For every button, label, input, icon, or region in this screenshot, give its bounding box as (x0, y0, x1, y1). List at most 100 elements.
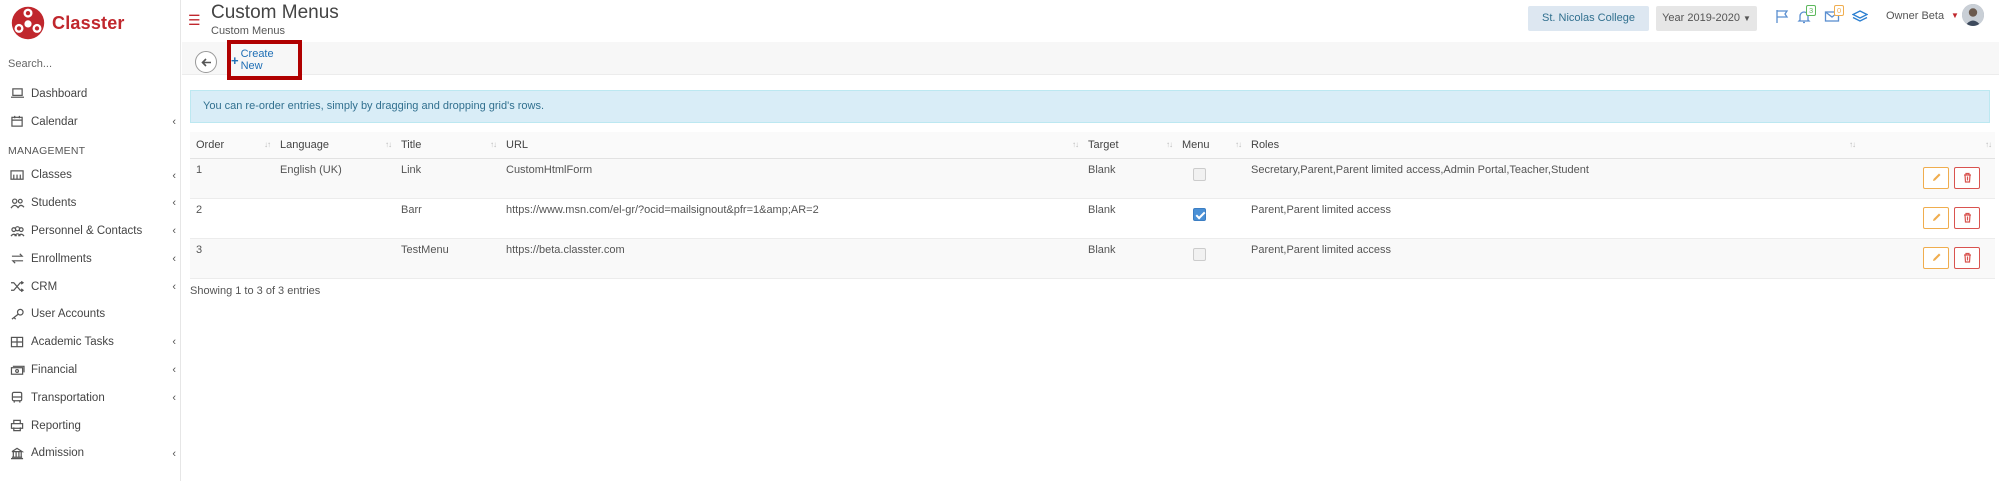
sidebar-item-user-accounts[interactable]: User Accounts (0, 301, 180, 329)
flag-icon[interactable] (1774, 9, 1792, 25)
column-header-label: Target (1088, 138, 1119, 151)
sidebar-item-personnel-contacts[interactable]: Personnel & Contacts ‹ (0, 217, 180, 245)
sort-icon: ↑↓ (385, 140, 392, 149)
column-header[interactable]: Title ↑↓ (395, 132, 500, 159)
delete-button[interactable] (1954, 246, 1980, 269)
bell-icon[interactable]: 3 (1796, 5, 1817, 25)
cell-actions (1859, 238, 1995, 279)
edit-button[interactable] (1923, 166, 1949, 189)
table-row[interactable]: 1 English (UK) Link CustomHtmlForm Blank Secr… (190, 158, 1995, 199)
sidebar-item-classes[interactable]: Classes ‹ (0, 162, 180, 190)
sidebar-item-reporting[interactable]: Reporting (0, 412, 180, 440)
table-row[interactable]: 2 Barr https://www.msn.com/el-gr/?ocid=mai… (190, 198, 1995, 239)
sidebar-item-transportation[interactable]: Transportation ‹ (0, 384, 180, 412)
trash-icon (1963, 212, 1971, 223)
column-header[interactable]: Target ↑↓ (1082, 132, 1176, 159)
sidebar-item-admission[interactable]: Admission ‹ (0, 440, 180, 468)
cell-roles: Parent,Parent limited access (1245, 238, 1859, 279)
table-header-row: Order ↓↑ Language ↑↓ Title ↑↓ URL ↑↓ Target ↑↓ Men… (190, 132, 1995, 159)
delete-button[interactable] (1954, 206, 1980, 229)
sort-icon: ↑↓ (1072, 140, 1079, 149)
cell-roles: Parent,Parent limited access (1245, 198, 1859, 239)
column-header[interactable]: Roles ↑↓ (1245, 132, 1859, 159)
sidebar-item-academic-tasks[interactable]: Academic Tasks ‹ (0, 328, 180, 356)
sidebar-item-dashboard[interactable]: Dashboard (0, 80, 180, 108)
back-button[interactable] (195, 51, 217, 73)
table-body: 1 English (UK) Link CustomHtmlForm Blank Secr… (190, 158, 1995, 279)
chevron-left-icon: ‹ (172, 391, 176, 404)
cell-order: 1 (190, 158, 274, 199)
logo[interactable]: Classter (0, 0, 180, 46)
table-icon (9, 335, 25, 349)
column-header[interactable]: Menu ↑↓ (1176, 132, 1245, 159)
sidebar-item-label: Students (31, 197, 77, 210)
cell-language: English (UK) (274, 158, 395, 199)
user-caret-down-icon[interactable]: ▼ (1951, 11, 1959, 20)
caret-down-icon: ▼ (1743, 14, 1751, 23)
pencil-icon (1932, 213, 1940, 221)
year-label: Year 2019-2020 (1662, 12, 1740, 24)
chevron-left-icon: ‹ (172, 252, 176, 265)
cell-title: Link (395, 158, 500, 199)
messages-badge: 0 (1834, 5, 1845, 16)
cell-actions (1859, 198, 1995, 239)
sidebar-item-enrollments[interactable]: Enrollments ‹ (0, 245, 180, 273)
cell-actions (1859, 158, 1995, 199)
plus-icon: + (231, 52, 239, 68)
sort-icon: ↑↓ (1849, 140, 1856, 149)
cell-url: https://beta.classter.com (500, 238, 1082, 279)
sidebar-item-financial[interactable]: Financial ‹ (0, 356, 180, 384)
cell-title: TestMenu (395, 238, 500, 279)
year-selector-button[interactable]: Year 2019-2020 ▼ (1656, 6, 1757, 31)
sidebar-item-calendar[interactable]: Calendar ‹ (0, 108, 180, 136)
page-title: Custom Menus (211, 2, 339, 23)
sort-icon: ↑↓ (1166, 140, 1173, 149)
user-name[interactable]: Owner Beta (1886, 10, 1944, 22)
hamburger-menu-icon[interactable]: ☰ (188, 13, 201, 27)
sidebar-search-input[interactable] (8, 58, 168, 70)
table-row[interactable]: 3 TestMenu https://beta.classter.com Blank P… (190, 238, 1995, 279)
create-new-label: Create New (240, 48, 274, 72)
building-icon (9, 446, 25, 460)
column-header[interactable]: Language ↑↓ (274, 132, 395, 159)
create-new-button[interactable]: + Create New (227, 40, 302, 80)
sidebar-item-label: Enrollments (31, 252, 92, 265)
sort-icon: ↑↓ (490, 140, 497, 149)
classes-icon (9, 168, 25, 182)
column-header[interactable]: ↑↓ (1859, 132, 1995, 159)
cell-language (274, 238, 395, 279)
edit-button[interactable] (1923, 206, 1949, 229)
user-avatar-icon (1962, 4, 1984, 26)
delete-button[interactable] (1954, 166, 1980, 189)
exchange-icon (9, 252, 25, 266)
column-header[interactable]: Order ↓↑ (190, 132, 274, 159)
column-header[interactable]: URL ↑↓ (500, 132, 1082, 159)
sidebar-item-crm[interactable]: CRM ‹ (0, 273, 180, 301)
sidebar-item-students[interactable]: Students ‹ (0, 189, 180, 217)
classter-logo-icon (11, 6, 45, 40)
sidebar-item-label: Reporting (31, 419, 81, 432)
laptop-icon (9, 87, 25, 101)
envelope-icon[interactable]: 0 (1824, 5, 1845, 25)
sidebar-nav-main: Classes ‹ Students ‹ Personnel & Contacts ‹ En… (0, 162, 180, 468)
cell-menu (1176, 158, 1245, 199)
calendar-icon (9, 115, 25, 129)
section-label-management: MANAGEMENT (8, 144, 86, 157)
trash-icon (1963, 172, 1971, 183)
layers-icon[interactable] (1851, 9, 1870, 25)
chevron-left-icon: ‹ (172, 336, 176, 349)
main-content: + Create New You can re-order entries, s… (182, 40, 1999, 481)
sort-icon: ↑↓ (1235, 140, 1242, 149)
cell-target: Blank (1082, 238, 1176, 279)
arrow-left-icon (200, 57, 211, 67)
column-header-label: Order (196, 138, 225, 151)
college-selector-button[interactable]: St. Nicolas College (1528, 6, 1649, 31)
sidebar-item-label: Financial (31, 364, 78, 377)
cell-title: Barr (395, 198, 500, 239)
column-header-label: Roles (1251, 138, 1280, 151)
cell-url: CustomHtmlForm (500, 158, 1082, 199)
avatar[interactable] (1962, 4, 1984, 26)
sidebar-item-label: Academic Tasks (31, 336, 114, 349)
edit-button[interactable] (1923, 246, 1949, 269)
menu-checkbox (1193, 207, 1206, 221)
